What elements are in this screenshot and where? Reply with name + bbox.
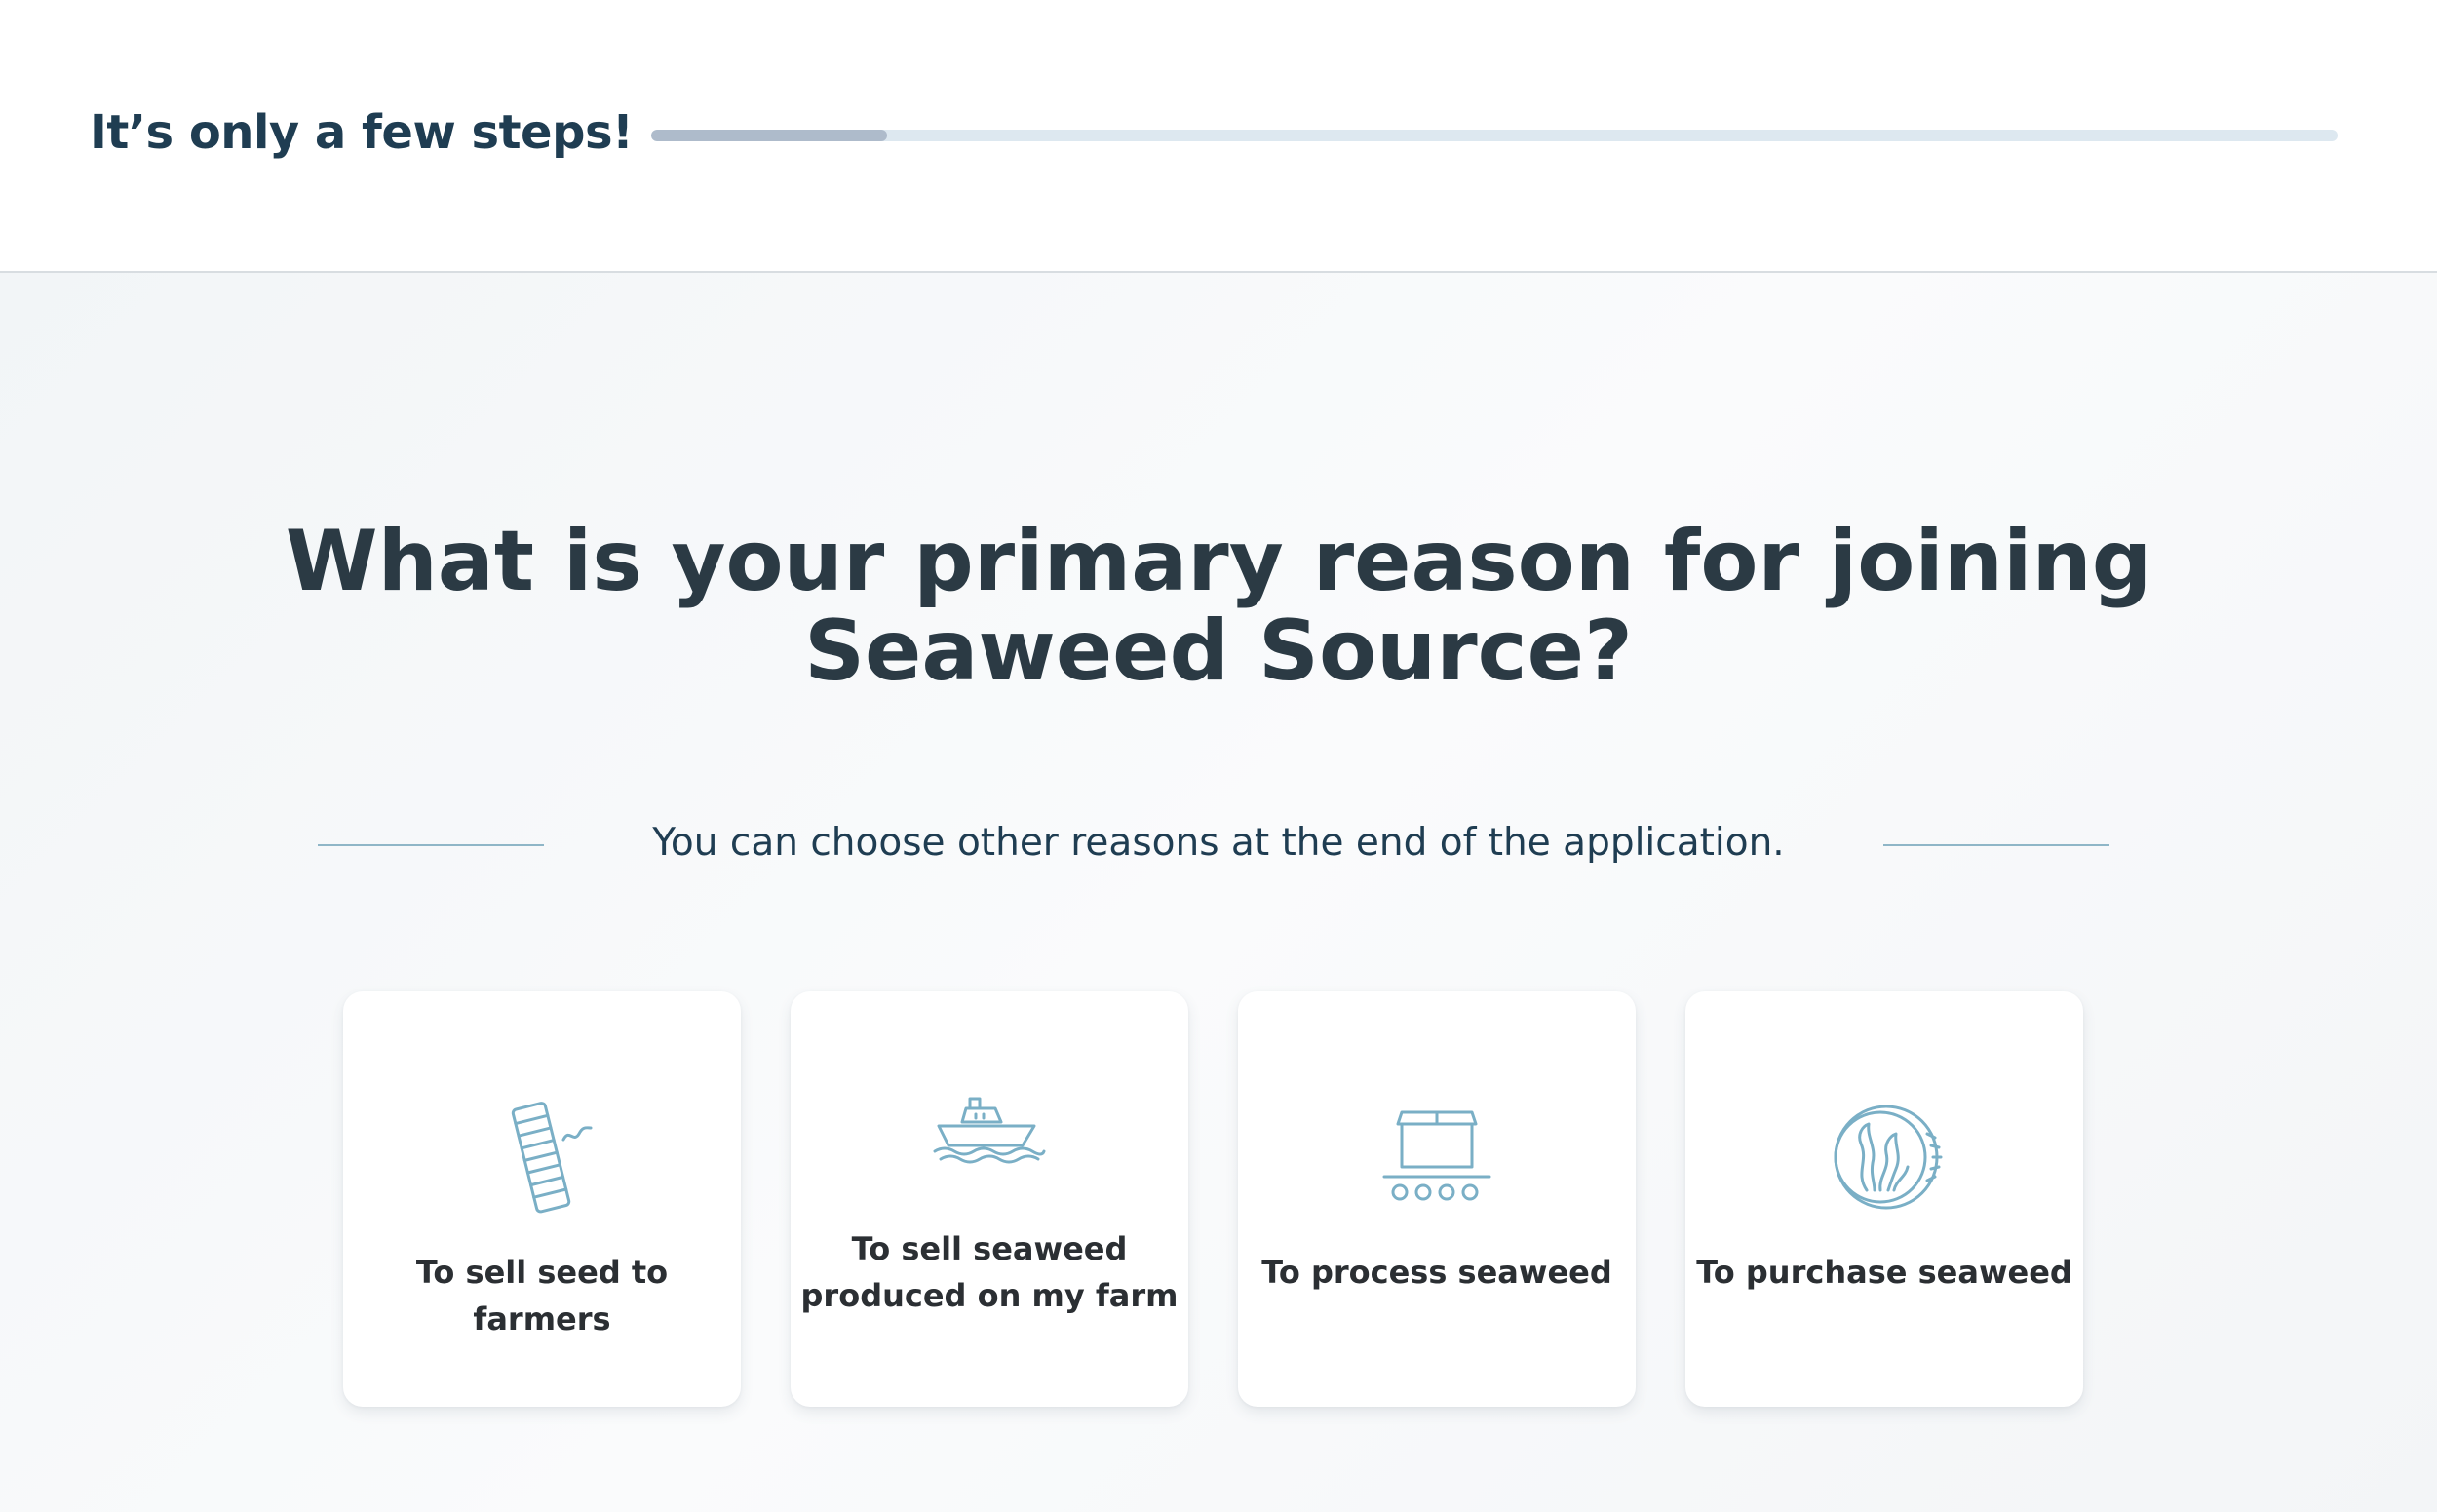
progress-bar	[651, 130, 2338, 141]
main-content: What is your primary reason for joining …	[0, 273, 2437, 1512]
option-label: To sell seaweed produced on my farm	[800, 1230, 1179, 1314]
option-card-sell-seaweed[interactable]: To sell seaweed produced on my farm	[791, 991, 1188, 1407]
subtitle-divider-right	[1883, 844, 2109, 846]
option-label: To purchase seaweed	[1696, 1254, 2072, 1291]
option-card-process-seaweed[interactable]: To process seaweed	[1238, 991, 1636, 1407]
option-label: To sell seed to farmers	[415, 1254, 669, 1338]
header-title: It’s only a few steps!	[90, 105, 634, 160]
boat-icon	[933, 1097, 1046, 1164]
conveyor-box-icon	[1382, 1110, 1491, 1201]
seed-line-icon	[511, 1102, 593, 1214]
question-heading: What is your primary reason for joining …	[285, 513, 2152, 700]
option-card-sell-seed[interactable]: To sell seed to farmers	[343, 991, 741, 1407]
subtitle: You can choose other reasons at the end …	[652, 821, 1785, 865]
progress-bar-fill	[651, 130, 888, 141]
option-card-purchase-seaweed[interactable]: To purchase seaweed	[1685, 991, 2083, 1407]
option-label: To process seaweed	[1261, 1254, 1612, 1291]
seaweed-coin-icon	[1834, 1105, 1943, 1210]
reason-options: To sell seed to farmers To sell seaweed …	[343, 991, 2084, 1409]
header: It’s only a few steps!	[0, 0, 2437, 273]
